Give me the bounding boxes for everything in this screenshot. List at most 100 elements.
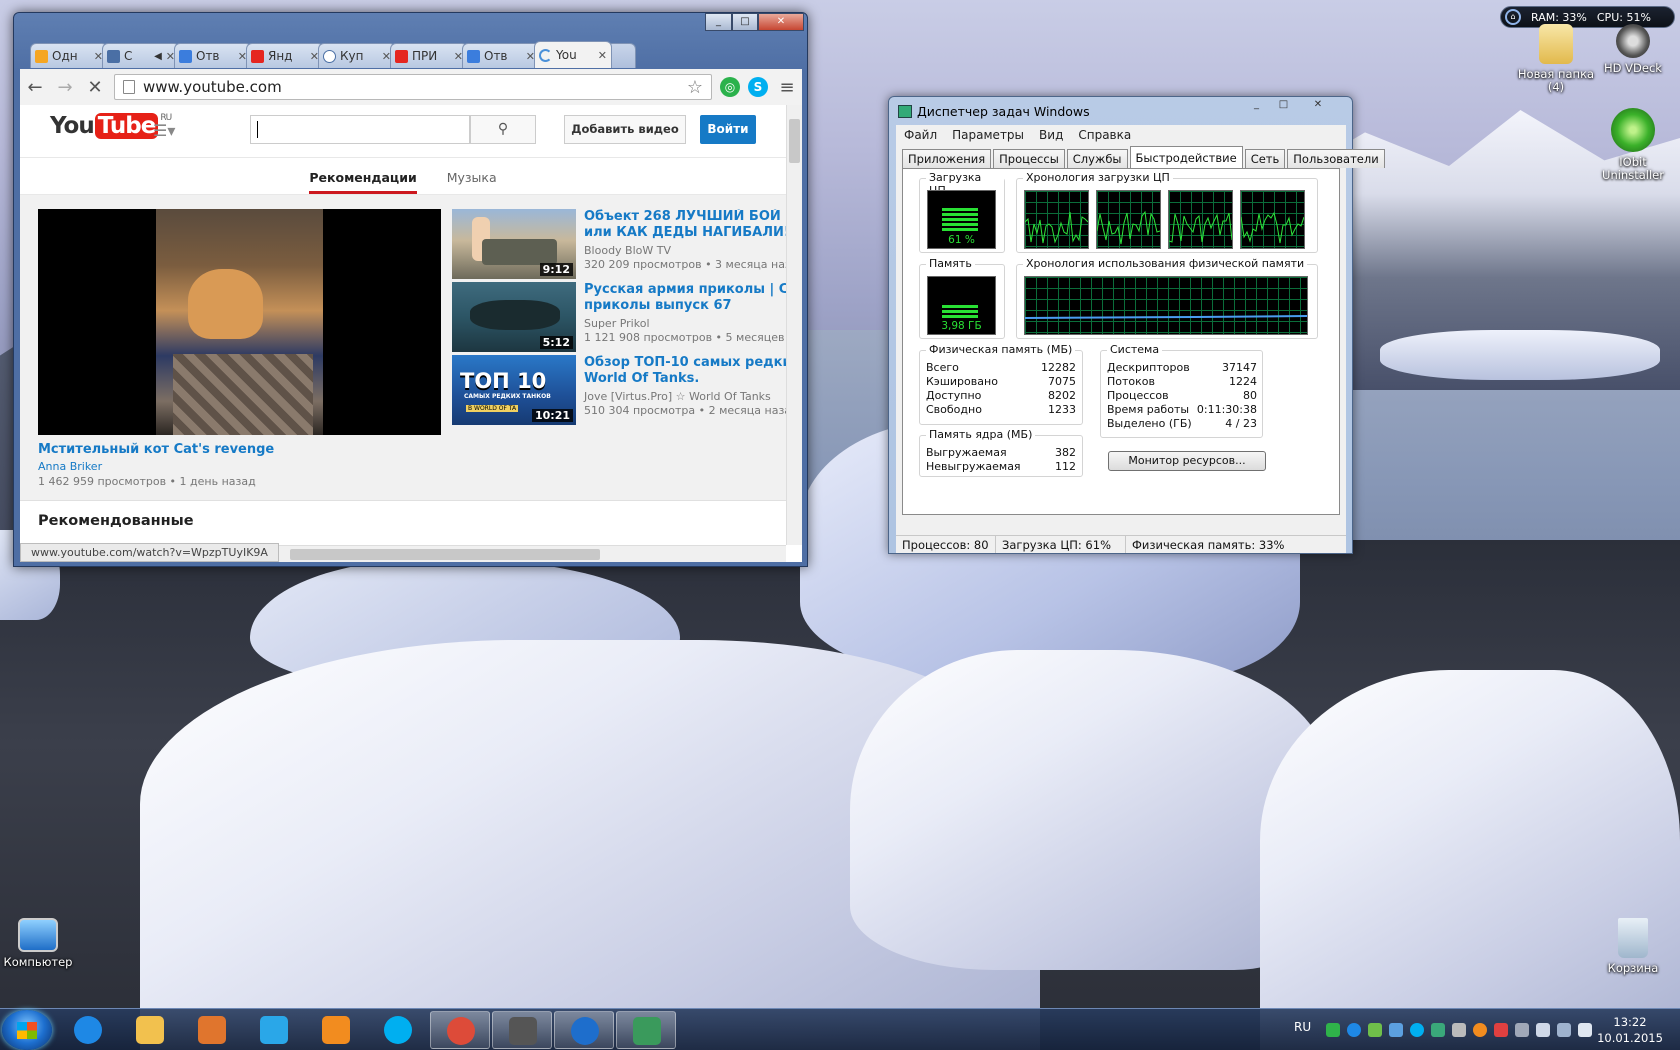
tab-favicon [323, 49, 336, 63]
game-icon [322, 1016, 350, 1044]
close-button[interactable]: ✕ [758, 13, 804, 31]
video-thumbnail[interactable]: 5:12 [452, 282, 576, 352]
featured-video-channel[interactable]: Anna Briker [38, 460, 102, 473]
menu-help[interactable]: Справка [1078, 128, 1131, 142]
taskbar-item-explorer[interactable] [120, 1011, 180, 1049]
tab-yandex-2[interactable]: ПРИ ✕ [390, 43, 468, 68]
skype-tray-icon[interactable] [1410, 1023, 1424, 1037]
tab-yandex[interactable]: Янд ✕ [246, 43, 324, 68]
menu-file[interactable]: Файл [904, 128, 937, 142]
scrollbar-thumb[interactable] [290, 549, 600, 560]
video-thumbnail[interactable]: 9:12 [452, 209, 576, 279]
taskbar-item-taskmgr[interactable] [616, 1011, 676, 1049]
taskbar-item-wot[interactable] [492, 1011, 552, 1049]
vertical-scrollbar[interactable] [786, 105, 802, 545]
side-video-item[interactable]: 9:12 Объект 268 ЛУЧШИЙ БОЙ по веили КАК … [452, 209, 802, 281]
tab-answers[interactable]: Отв ✕ [174, 43, 252, 68]
search-input[interactable] [250, 115, 470, 144]
stop-button[interactable]: ✕ [84, 77, 106, 98]
taskbar-item-ie[interactable] [58, 1011, 118, 1049]
network-icon[interactable] [1557, 1023, 1571, 1037]
desktop-icon-computer[interactable]: Компьютер [0, 918, 83, 969]
tab-video[interactable]: С ◀ ✕ [102, 43, 180, 68]
side-video-title[interactable]: Русская армия приколы | Супе приколы выпу… [584, 282, 794, 314]
bookmark-star-icon[interactable]: ☆ [687, 77, 703, 98]
tray-icon[interactable] [1473, 1023, 1487, 1037]
skype-extension-icon[interactable]: S [748, 77, 768, 97]
side-video-item[interactable]: 5:12 Русская армия приколы | Супе приколы… [452, 282, 802, 354]
side-video-title[interactable]: Обзор ТОП-10 самых редких таWorld Of Tan… [584, 355, 794, 387]
desktop-icon-iobit-uninstaller[interactable]: IObit Uninstaller [1588, 108, 1678, 182]
desktop-icon-recycle-bin[interactable]: Корзина [1588, 918, 1678, 975]
flag-icon[interactable] [1536, 1023, 1550, 1037]
forward-button[interactable]: → [54, 77, 76, 98]
stat-value: 4 / 23 [1225, 417, 1257, 430]
task-manager-tabs: Приложения Процессы Службы Быстродействи… [902, 146, 1385, 168]
tab-network[interactable]: Сеть [1244, 149, 1286, 168]
featured-video-player[interactable] [38, 209, 441, 435]
cpu-history-series [1241, 211, 1304, 244]
tab-services[interactable]: Службы [1066, 149, 1128, 168]
close-tab-icon[interactable]: ✕ [598, 49, 607, 62]
tray-icon[interactable] [1326, 1023, 1340, 1037]
tab-youtube[interactable]: You ✕ [534, 41, 612, 68]
guide-menu-icon[interactable]: ☰▾ [153, 121, 175, 140]
tab-recommendations[interactable]: Рекомендации [309, 158, 417, 194]
search-button[interactable]: ⚲ [470, 115, 536, 144]
video-thumbnail[interactable]: ТОП 10 САМЫХ РЕДКИХ ТАНКОВ В WORLD OF TA… [452, 355, 576, 425]
taskbar-item-skype[interactable] [368, 1011, 428, 1049]
stat-row: Доступно 8202 [926, 389, 1076, 403]
stat-key: Невыгружаемая [926, 460, 1021, 473]
side-video-item[interactable]: ТОП 10 САМЫХ РЕДКИХ ТАНКОВ В WORLD OF TA… [452, 355, 799, 427]
maximize-button[interactable]: □ [732, 13, 758, 31]
sign-in-button[interactable]: Войти [700, 115, 756, 144]
tray-icon[interactable] [1347, 1023, 1361, 1037]
language-indicator[interactable]: RU [1294, 1020, 1311, 1034]
tab-applications[interactable]: Приложения [902, 149, 992, 168]
clock[interactable]: 13:22 10.01.2015 [1590, 1014, 1670, 1046]
close-button[interactable]: ✕ [1297, 97, 1339, 115]
ie-icon [74, 1016, 102, 1044]
back-button[interactable]: ← [24, 77, 46, 98]
taskbar-item-game[interactable] [306, 1011, 366, 1049]
taskbar-item-media-player[interactable] [182, 1011, 242, 1049]
tab-answers-2[interactable]: Отв ✕ [462, 43, 540, 68]
menu-view[interactable]: Вид [1039, 128, 1063, 142]
featured-video-title[interactable]: Мстительный кот Cat's revenge [38, 442, 274, 457]
tab-music[interactable]: Музыка [447, 158, 497, 194]
youtube-nav: Рекомендации Музыка [20, 157, 786, 195]
shield-icon[interactable] [1431, 1023, 1445, 1037]
tray-icon[interactable] [1515, 1023, 1529, 1037]
minimize-button[interactable]: _ [1243, 97, 1270, 115]
cpu-history-line [1097, 210, 1160, 245]
taskbar-item-chrome[interactable] [430, 1011, 490, 1049]
speaker-icon[interactable]: ◀ [154, 51, 162, 62]
address-bar[interactable]: www.youtube.com ☆ [114, 74, 712, 100]
taskbar-item-browser[interactable] [554, 1011, 614, 1049]
upload-button[interactable]: Добавить видео [564, 115, 686, 144]
task-manager-window[interactable]: Диспетчер задач Windows _ □ ✕ Файл Парам… [888, 96, 1385, 554]
tray-icon[interactable] [1389, 1023, 1403, 1037]
tab-shop[interactable]: Куп ✕ [318, 43, 396, 68]
tab-users[interactable]: Пользователи [1287, 149, 1385, 168]
menu-options[interactable]: Параметры [952, 128, 1024, 142]
tab-performance[interactable]: Быстродействие [1129, 146, 1243, 168]
desktop-icon-hd-vdeck[interactable]: HD VDeck [1588, 24, 1678, 75]
extension-icon[interactable]: ◎ [720, 77, 740, 97]
side-video-title[interactable]: Объект 268 ЛУЧШИЙ БОЙ по веили КАК ДЕДЫ … [584, 209, 794, 241]
menu-icon[interactable]: ≡ [776, 77, 798, 98]
tab-title: Отв [484, 49, 508, 63]
chrome-window[interactable]: _ □ ✕ Одн ✕ С ◀ ✕ Отв ✕ Янд ✕ Куп ✕ ПРИ ✕ Отв ✕ … [13, 12, 808, 567]
scrollbar-thumb[interactable] [789, 119, 800, 163]
tab-odnoklassniki[interactable]: Одн ✕ [30, 43, 108, 68]
maximize-button[interactable]: □ [1270, 97, 1297, 115]
taskbar-item-play[interactable] [244, 1011, 304, 1049]
desktop-icon-label: HD VDeck [1604, 61, 1662, 75]
tray-icon[interactable] [1452, 1023, 1466, 1037]
tray-icon[interactable] [1368, 1023, 1382, 1037]
tab-processes[interactable]: Процессы [993, 149, 1065, 168]
resource-monitor-button[interactable]: Монитор ресурсов... [1108, 451, 1266, 471]
start-button[interactable] [2, 1010, 52, 1050]
tray-icon[interactable] [1494, 1023, 1508, 1037]
minimize-button[interactable]: _ [705, 13, 732, 31]
